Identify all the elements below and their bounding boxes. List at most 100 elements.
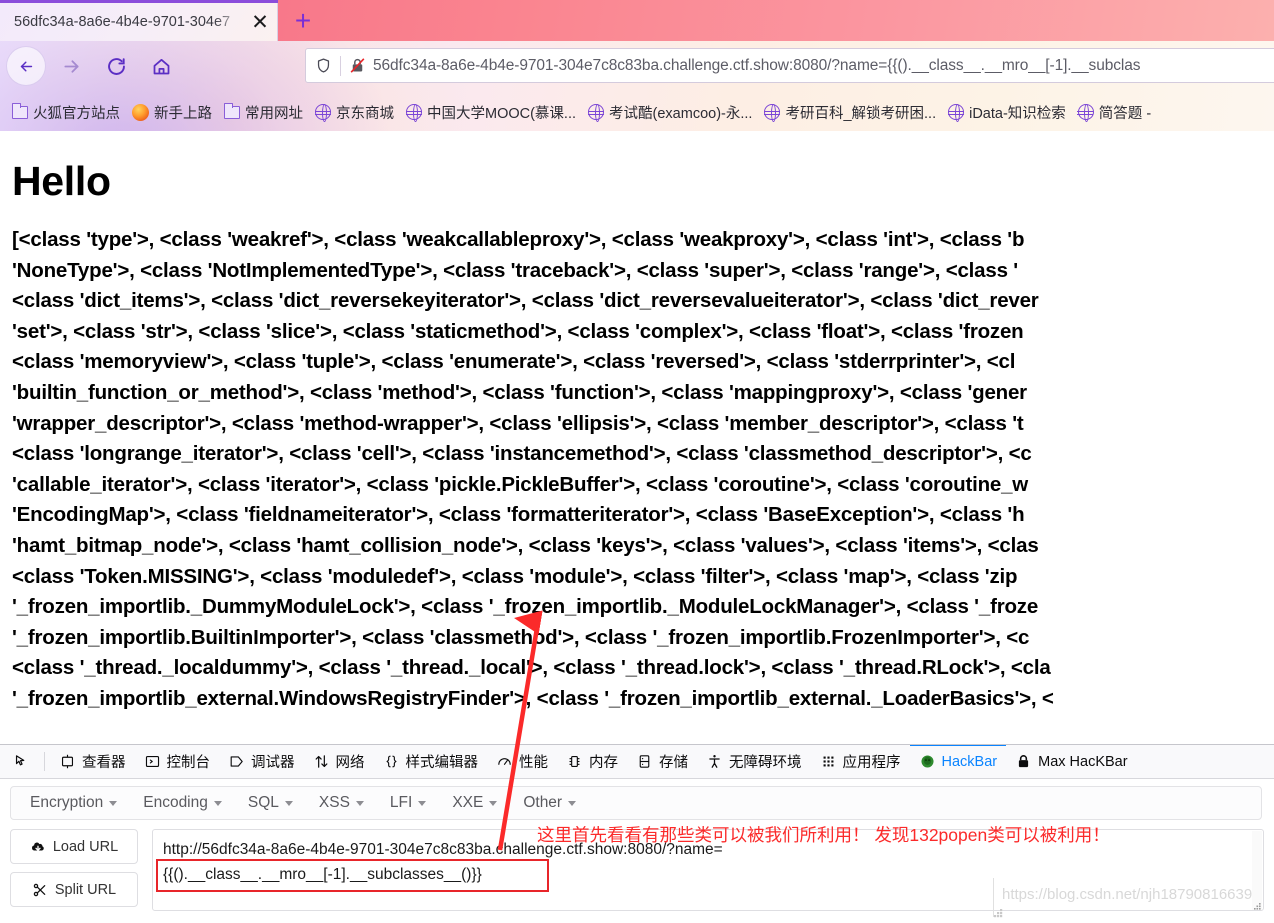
bookmark-label: 考试酷(examcoo)-永... xyxy=(609,105,753,122)
menu-label: Encoding xyxy=(143,794,208,811)
menu-encryption[interactable]: Encryption xyxy=(17,794,130,812)
new-tab-icon[interactable]: + xyxy=(288,6,318,36)
globe-icon xyxy=(763,103,781,122)
menu-lfi[interactable]: LFI xyxy=(377,794,439,812)
page-title: Hello xyxy=(12,158,111,204)
chevron-down-icon xyxy=(568,800,577,806)
tab-label: 查看器 xyxy=(82,755,126,771)
menu-label: Other xyxy=(523,794,563,811)
tab-label: 性能 xyxy=(519,755,548,771)
load-icon xyxy=(31,842,44,851)
reload-icon[interactable] xyxy=(96,46,136,86)
hackbar-menu-bar: Encryption Encoding SQL XSS LFI XXE Othe… xyxy=(10,786,1262,820)
menu-label: XSS xyxy=(318,794,350,811)
chevron-down-icon xyxy=(109,800,118,806)
tab-debugger[interactable]: 调试器 xyxy=(219,745,304,778)
tab-hackbar[interactable]: HackBar xyxy=(909,745,1007,778)
devtools-divider xyxy=(44,752,45,771)
menu-sql[interactable]: SQL xyxy=(235,794,306,812)
home-icon[interactable] xyxy=(141,46,181,86)
bookmark-item[interactable]: 京东商城 xyxy=(309,99,400,126)
menu-label: XXE xyxy=(452,794,484,811)
url-text: 56dfc34a-8a6e-4b4e-9701-304e7c8c83ba.cha… xyxy=(373,56,1141,74)
bookmark-label: 简答题 - xyxy=(1098,105,1152,122)
element-picker-icon[interactable] xyxy=(4,745,39,778)
tab-memory[interactable]: 内存 xyxy=(557,745,627,778)
bookmark-item[interactable]: iData-知识检索 xyxy=(942,99,1072,126)
tab-inspector[interactable]: 查看器 xyxy=(50,745,135,778)
hackbar-url-payload: {{().__class__.__mro__[-1].__subclasses_… xyxy=(163,866,482,883)
load-url-button[interactable]: Load URL xyxy=(10,829,138,864)
bookmark-item[interactable]: 常用网址 xyxy=(218,99,309,126)
globe-icon xyxy=(405,103,422,122)
tab-label: 控制台 xyxy=(166,755,211,771)
tab-max-hackbar[interactable]: Max HacKBar xyxy=(1006,745,1136,778)
menu-label: LFI xyxy=(389,794,413,811)
tab-storage[interactable]: 存储 xyxy=(627,745,697,778)
bookmark-item[interactable]: 火狐官方站点 xyxy=(6,99,126,126)
hackbar-panel: Encryption Encoding SQL XSS LFI XXE Othe… xyxy=(0,779,1274,918)
bookmark-item[interactable]: 考研百科_解锁考研困... xyxy=(758,99,942,126)
tab-label: 样式编辑器 xyxy=(405,755,479,771)
browser-chrome: 56dfc34a-8a6e-4b4e-9701-304e7 ✕ + 56dfc3… xyxy=(0,0,1274,131)
tab-performance[interactable]: 性能 xyxy=(487,745,557,778)
menu-xxe[interactable]: XXE xyxy=(439,794,510,812)
bookmarks-bar: 火狐官方站点 新手上路 常用网址 京东商城 中国大学MOOC(慕课... 考试酷… xyxy=(0,93,1274,131)
forward-arrow-icon[interactable] xyxy=(51,46,91,86)
bookmark-item[interactable]: 新手上路 xyxy=(126,99,218,126)
menu-xss[interactable]: XSS xyxy=(306,794,377,812)
tab-label: 网络 xyxy=(335,755,365,771)
insecure-connection-icon[interactable] xyxy=(341,56,373,75)
tab-label: 无障碍环境 xyxy=(729,755,802,771)
chevron-down-icon xyxy=(355,800,364,806)
bookmark-label: 火狐官方站点 xyxy=(33,105,120,122)
tab-accessibility[interactable]: 无障碍环境 xyxy=(697,745,811,778)
tab-label: 调试器 xyxy=(251,755,295,771)
resize-grip-icon[interactable] xyxy=(1252,899,1262,910)
browser-tab[interactable]: 56dfc34a-8a6e-4b4e-9701-304e7 ✕ xyxy=(0,3,278,41)
tab-label: 存储 xyxy=(659,755,688,771)
tab-title: 56dfc34a-8a6e-4b4e-9701-304e7 xyxy=(14,14,231,30)
chevron-down-icon xyxy=(418,800,427,806)
close-icon[interactable]: ✕ xyxy=(243,5,277,39)
tab-label: HackBar xyxy=(941,753,998,770)
bookmark-label: 考研百科_解锁考研困... xyxy=(785,105,937,122)
menu-label: SQL xyxy=(247,794,279,811)
menu-other[interactable]: Other xyxy=(510,794,589,812)
tab-network[interactable]: 网络 xyxy=(304,745,374,778)
tab-console[interactable]: 控制台 xyxy=(135,745,220,778)
chevron-down-icon xyxy=(213,800,222,806)
tab-strip-background xyxy=(278,0,1274,41)
devtools-tabbar: 查看器 控制台 调试器 网络 样式编辑器 性能 内存 存储 无障碍环境 应用程序… xyxy=(0,745,1274,779)
scissors-icon xyxy=(33,883,46,896)
tab-label: 应用程序 xyxy=(842,755,901,771)
bookmark-label: 新手上路 xyxy=(154,105,212,122)
chevron-down-icon xyxy=(489,800,498,806)
hackbar-url-base: http://56dfc34a-8a6e-4b4e-9701-304e7c8c8… xyxy=(163,841,723,858)
button-label: Load URL xyxy=(52,838,119,855)
bookmark-label: 常用网址 xyxy=(245,105,303,122)
folder-icon xyxy=(223,102,240,119)
tab-label: Max HacKBar xyxy=(1038,753,1128,770)
button-label: Split URL xyxy=(54,881,117,898)
bookmark-item[interactable]: 中国大学MOOC(慕课... xyxy=(400,99,582,126)
devtools-panel: 查看器 控制台 调试器 网络 样式编辑器 性能 内存 存储 无障碍环境 应用程序… xyxy=(0,744,1274,918)
hackbar-body: Load URL Split URL http://56dfc34a-8a6e-… xyxy=(10,829,1264,911)
bookmark-item[interactable]: 考试酷(examcoo)-永... xyxy=(582,99,758,126)
split-url-button[interactable]: Split URL xyxy=(10,872,138,907)
back-arrow-icon[interactable] xyxy=(6,46,46,86)
bookmark-item[interactable]: 简答题 - xyxy=(1072,99,1157,126)
bookmark-label: iData-知识检索 xyxy=(969,105,1066,122)
url-bar[interactable]: 56dfc34a-8a6e-4b4e-9701-304e7c8c83ba.cha… xyxy=(305,48,1274,83)
tab-application[interactable]: 应用程序 xyxy=(811,745,910,778)
page-content: Hello [<class 'type'>, <class 'weakref'>… xyxy=(0,131,1274,744)
python-subclasses-output: [<class 'type'>, <class 'weakref'>, <cla… xyxy=(12,228,1054,710)
tab-style-editor[interactable]: 样式编辑器 xyxy=(374,745,488,778)
folder-icon xyxy=(11,102,28,119)
globe-icon xyxy=(314,103,331,122)
menu-encoding[interactable]: Encoding xyxy=(130,794,235,812)
shield-icon[interactable] xyxy=(306,57,340,74)
hackbar-url-textarea[interactable]: http://56dfc34a-8a6e-4b4e-9701-304e7c8c8… xyxy=(152,829,1264,911)
menu-label: Encryption xyxy=(30,794,104,811)
tab-label: 内存 xyxy=(589,755,618,771)
